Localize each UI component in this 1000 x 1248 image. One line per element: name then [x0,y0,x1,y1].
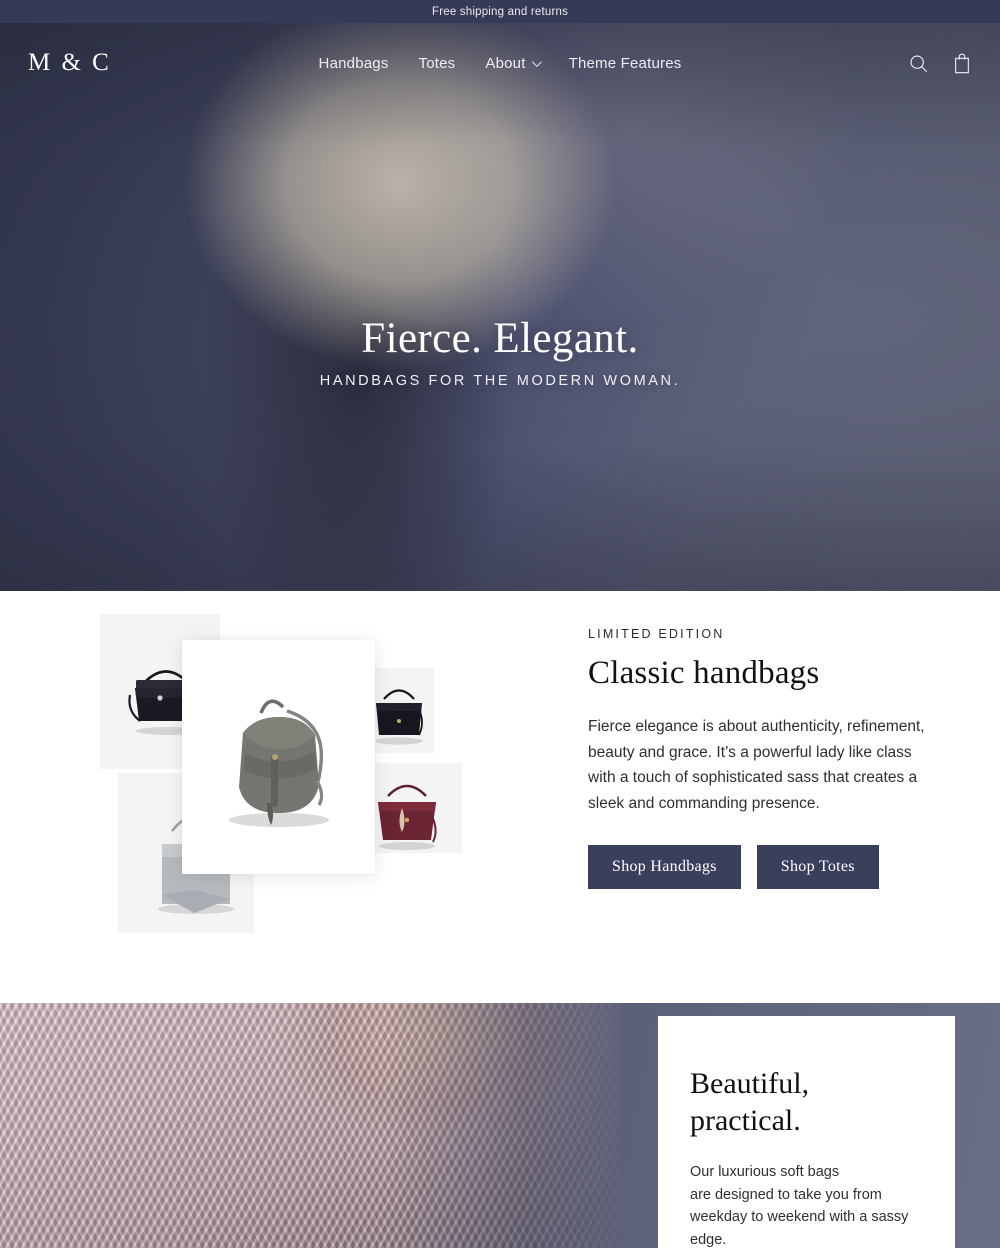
studded-handbags-photo [0,1003,620,1248]
split-title-line-2: practical. [690,1103,801,1137]
hero-title: Fierce. Elegant. [361,315,639,362]
feature-body-text: Fierce elegance is about authenticity, r… [588,718,925,813]
hero-section: M & C Handbags Totes About Theme Feature… [0,23,1000,591]
shop-handbags-button[interactable]: Shop Handbags [588,844,741,889]
search-icon [910,54,927,72]
split-section: Beautiful, practical. Our luxurious soft… [0,1003,1000,1248]
hero-copy: Fierce. Elegant. HANDBAGS FOR THE MODERN… [0,315,1000,389]
split-title-line-1: Beautiful, [690,1067,810,1100]
main-navigation: Handbags Totes About Theme Features [308,55,692,72]
hero-subtitle: HANDBAGS FOR THE MODERN WOMAN. [319,373,681,390]
header-actions [692,52,972,74]
site-logo[interactable]: M & C [28,49,308,77]
nav-item-about[interactable]: About [485,54,542,72]
nav-label-about: About [485,54,526,72]
site-header: M & C Handbags Totes About Theme Feature… [0,23,1000,103]
nav-item-totes[interactable]: Totes [419,55,456,72]
announcement-bar: Free shipping and returns [0,0,1000,23]
nav-item-theme-features[interactable]: Theme Features [569,55,682,72]
feature-eyebrow: LIMITED EDITION [588,627,725,641]
search-button[interactable] [908,53,929,74]
feature-text-block: LIMITED EDITION Classic handbags Fierce … [530,591,930,889]
burgundy-tote-bag-image [378,784,437,850]
cart-icon [955,53,969,74]
nav-label-handbags: Handbags [318,54,389,72]
split-paragraph-1: Our luxurious soft bags are designed to … [690,1164,909,1248]
feature-section: LIMITED EDITION Classic handbags Fierce … [0,591,1000,1003]
cart-button[interactable] [952,52,972,74]
announcement-text: Free shipping and returns [431,5,569,18]
split-card-title: Beautiful, practical. [690,1066,923,1139]
black-tote-bag-image [375,689,423,745]
split-text-card: Beautiful, practical. Our luxurious soft… [658,1016,955,1248]
nav-label-theme-features: Theme Features [568,54,682,72]
feature-button-row: Shop Handbags Shop Totes [588,844,930,889]
chevron-down-icon [531,56,542,67]
nav-label-totes: Totes [418,54,456,72]
hero-vignette-overlay [0,23,1000,591]
feature-title: Classic handbags [588,655,820,691]
nav-item-handbags[interactable]: Handbags [319,55,389,72]
gray-leather-backpack-image [229,699,329,827]
product-collage [100,611,530,951]
shop-totes-button[interactable]: Shop Totes [756,844,879,889]
